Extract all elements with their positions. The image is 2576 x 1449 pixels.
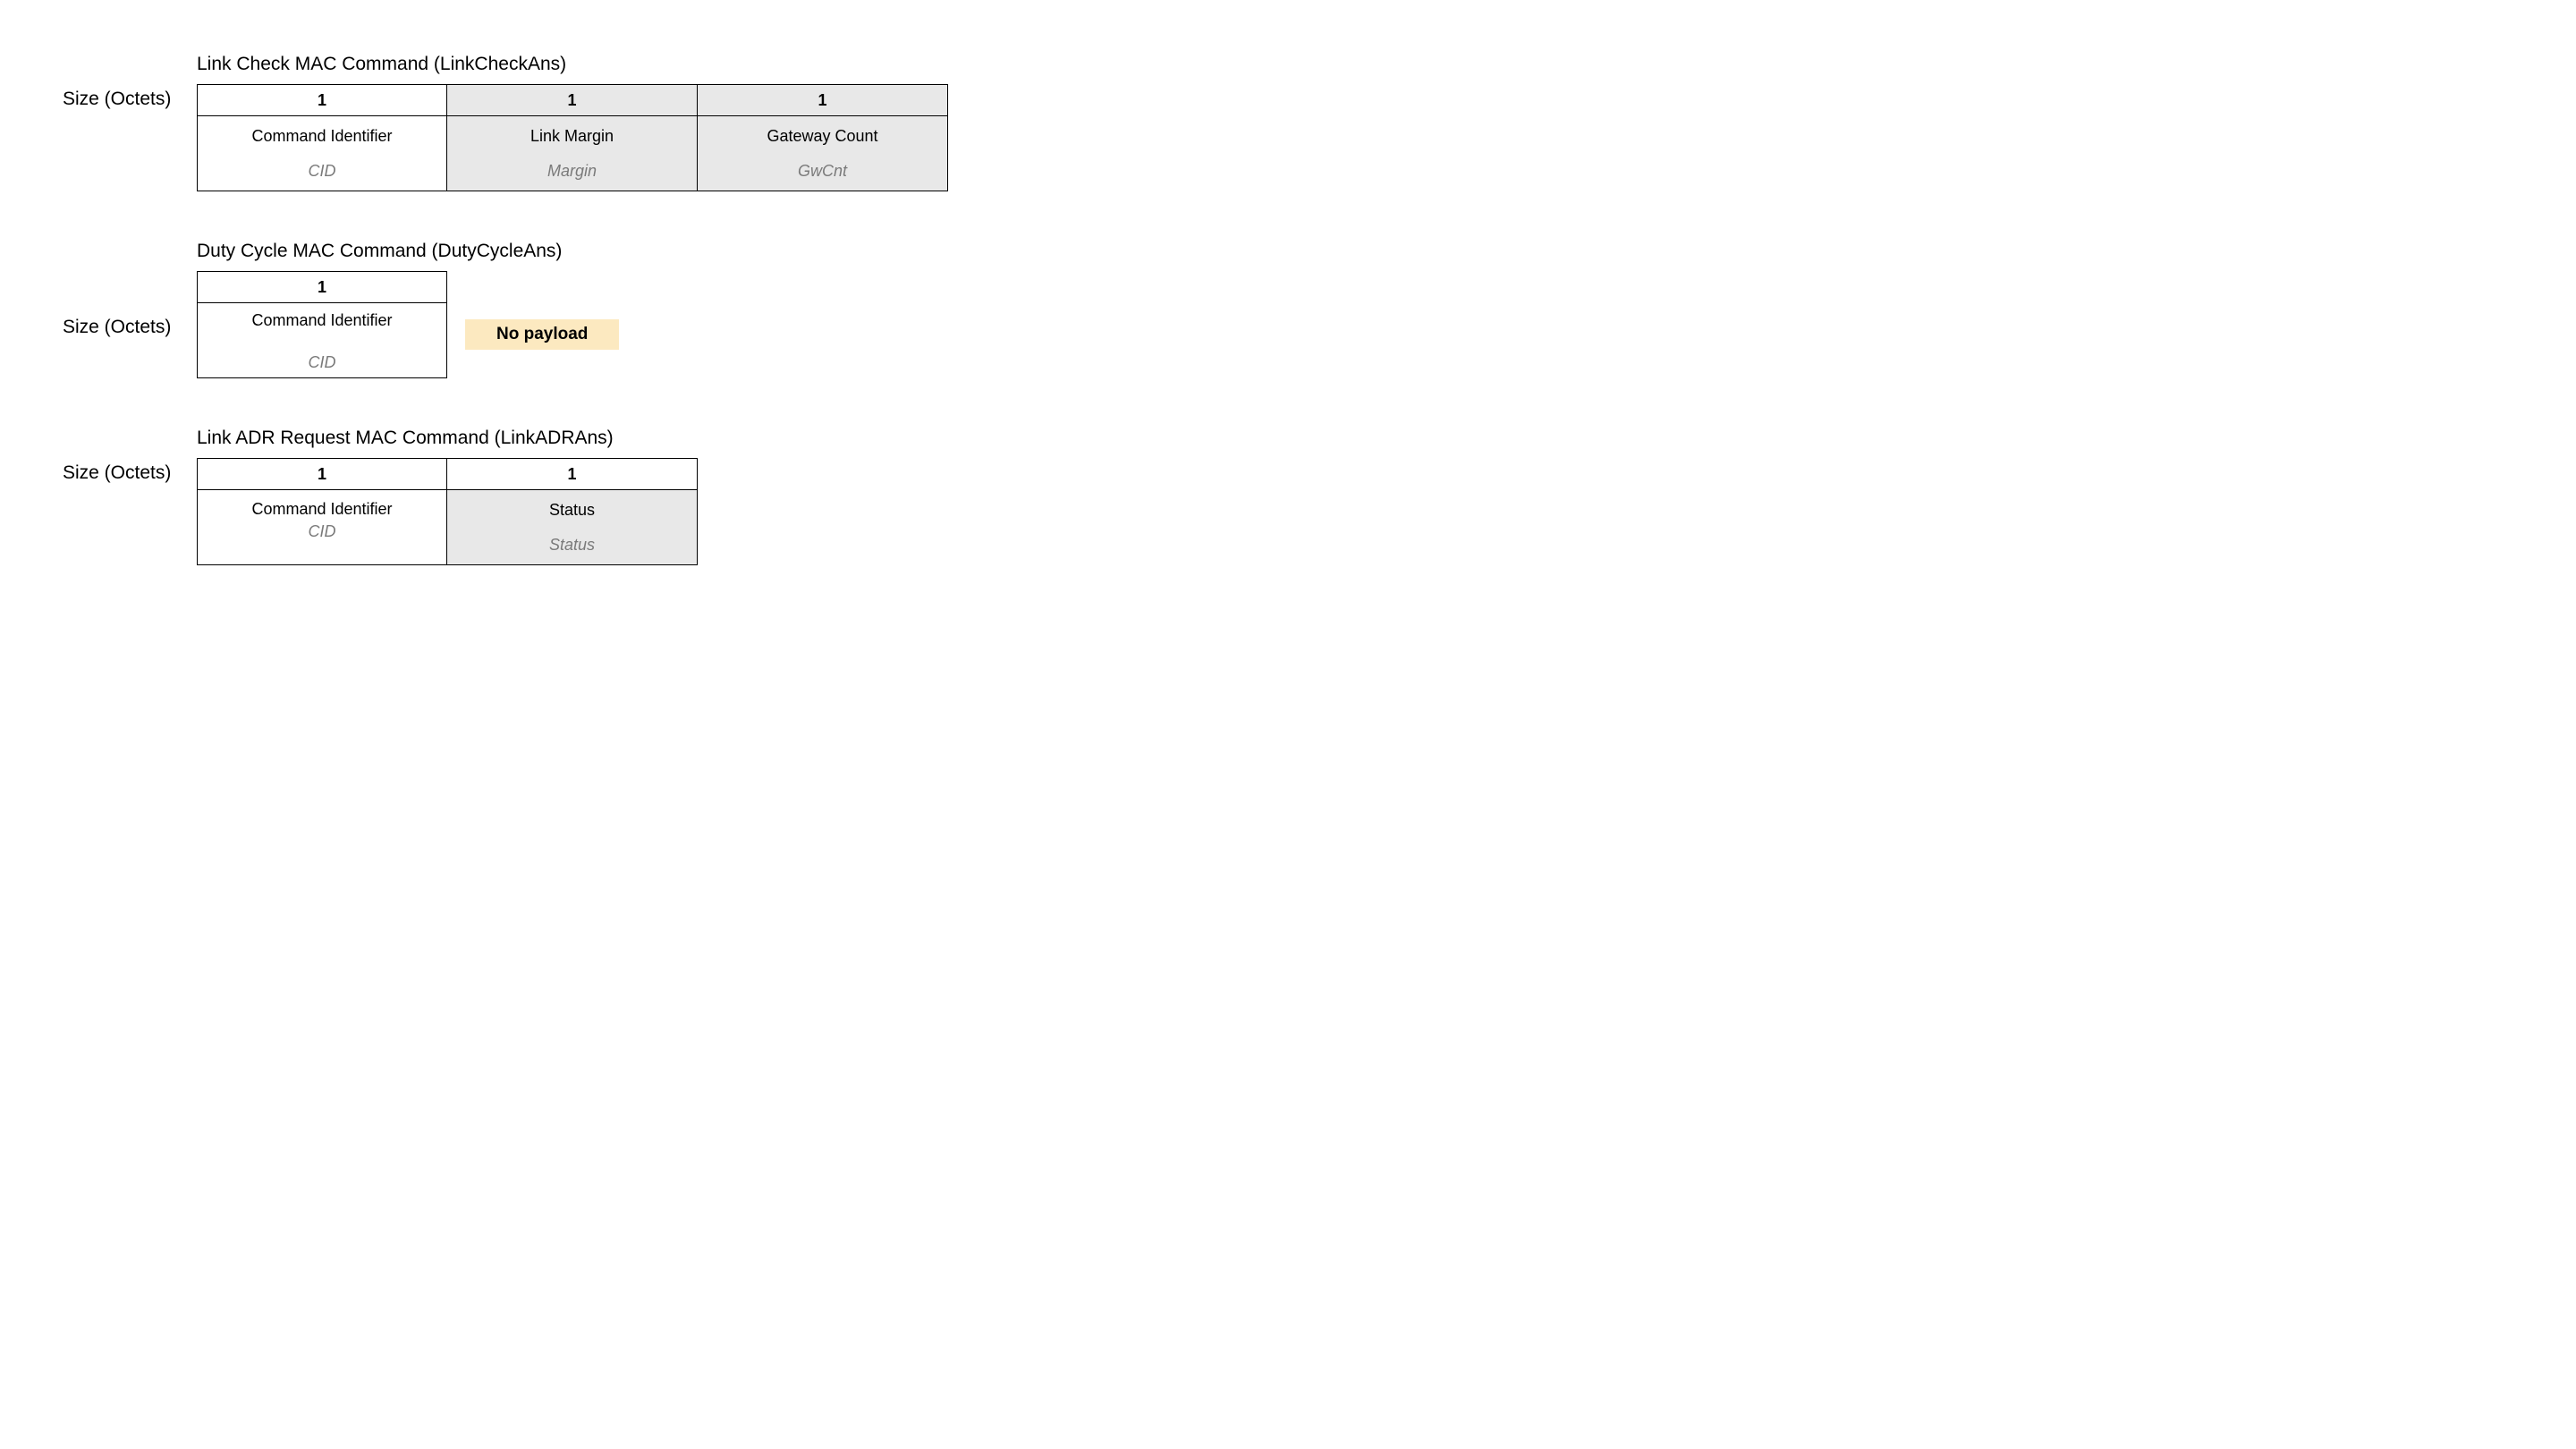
- field-alias: CID: [309, 353, 336, 372]
- field-name: Command Identifier: [251, 311, 392, 330]
- field-cell-cid: Command Identifier CID: [197, 489, 447, 565]
- field-alias: Margin: [547, 162, 597, 181]
- link-check-title: Link Check MAC Command (LinkCheckAns): [197, 54, 1225, 75]
- header-row: 1: [197, 271, 447, 302]
- size-label: Size (Octets): [63, 312, 197, 338]
- header-row: 1 1: [197, 458, 698, 489]
- link-adr-title: Link ADR Request MAC Command (LinkADRAns…: [197, 428, 1225, 449]
- duty-cycle-table: 1 Command Identifier CID: [197, 271, 447, 378]
- field-cell-status: Status Status: [447, 489, 698, 565]
- field-cell-cid: Command Identifier CID: [197, 302, 447, 378]
- link-check-section: Link Check MAC Command (LinkCheckAns) Si…: [63, 54, 1225, 191]
- link-check-table: 1 1 1 Command Identifier CID Link Margin…: [197, 84, 948, 191]
- header-cell: 1: [197, 84, 447, 115]
- field-name: Gateway Count: [767, 127, 877, 146]
- size-label: Size (Octets): [63, 84, 197, 110]
- duty-cycle-title: Duty Cycle MAC Command (DutyCycleAns): [197, 241, 1225, 262]
- link-adr-section: Link ADR Request MAC Command (LinkADRAns…: [63, 428, 1225, 565]
- no-payload-badge: No payload: [465, 319, 619, 350]
- field-cell-margin: Link Margin Margin: [447, 115, 698, 191]
- header-cell: 1: [197, 458, 447, 489]
- field-alias: Status: [549, 536, 595, 555]
- field-name: Command Identifier: [251, 127, 392, 146]
- header-cell: 1: [197, 271, 447, 302]
- header-row: 1 1 1: [197, 84, 948, 115]
- field-alias: GwCnt: [798, 162, 847, 181]
- field-row: Command Identifier CID Status Status: [197, 489, 698, 565]
- link-adr-table-row: Size (Octets) 1 1 Command Identifier CID…: [63, 458, 1225, 565]
- field-row: Command Identifier CID: [197, 302, 447, 378]
- link-check-table-row: Size (Octets) 1 1 1 Command Identifier C…: [63, 84, 1225, 191]
- duty-cycle-section: Duty Cycle MAC Command (DutyCycleAns) Si…: [63, 241, 1225, 378]
- field-row: Command Identifier CID Link Margin Margi…: [197, 115, 948, 191]
- field-alias: CID: [309, 522, 336, 541]
- header-cell: 1: [447, 84, 698, 115]
- link-adr-table: 1 1 Command Identifier CID Status Status: [197, 458, 698, 565]
- duty-cycle-table-row: Size (Octets) 1 Command Identifier CID N…: [63, 271, 1225, 378]
- field-name: Status: [549, 501, 595, 520]
- header-cell: 1: [698, 84, 948, 115]
- field-cell-gwcnt: Gateway Count GwCnt: [698, 115, 948, 191]
- field-name: Link Margin: [530, 127, 614, 146]
- header-cell: 1: [447, 458, 698, 489]
- size-label: Size (Octets): [63, 458, 197, 484]
- field-cell-cid: Command Identifier CID: [197, 115, 447, 191]
- field-alias: CID: [309, 162, 336, 181]
- field-name: Command Identifier: [251, 500, 392, 519]
